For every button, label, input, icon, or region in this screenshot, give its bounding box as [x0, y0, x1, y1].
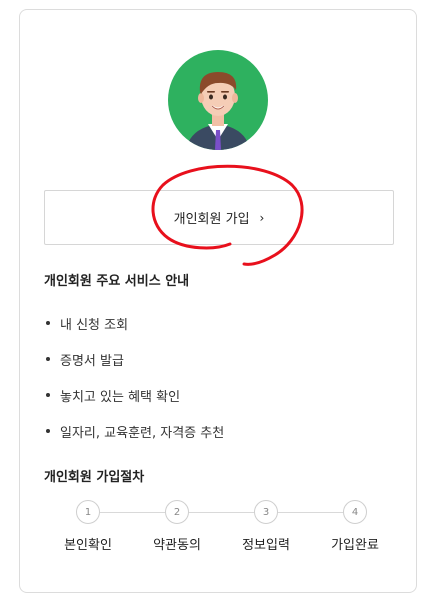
- bullet-icon: [46, 393, 50, 397]
- bullet-icon: [46, 429, 50, 433]
- step-label: 본인확인: [64, 538, 112, 553]
- member-join-card: 개인회원 가입 › 개인회원 주요 서비스 안내 내 신청 조회 증명서 발급 …: [19, 9, 417, 593]
- bullet-icon: [46, 321, 50, 325]
- step-label: 가입완료: [331, 538, 379, 553]
- step-label: 정보입력: [242, 538, 290, 553]
- join-button-label: 개인회원 가입: [173, 212, 250, 227]
- chevron-right-icon: ›: [259, 210, 265, 225]
- service-item: 증명서 발급: [46, 341, 224, 377]
- step-2: 2 약관동의: [137, 500, 217, 553]
- procedure-title: 개인회원 가입절차: [44, 470, 145, 485]
- service-item-label: 놓치고 있는 혜택 확인: [60, 389, 181, 405]
- join-steps: 1 본인확인 2 약관동의 3 정보입력 4 가입완료: [44, 500, 394, 560]
- step-label: 약관동의: [153, 538, 201, 553]
- service-item: 일자리, 교육훈련, 자격증 추천: [46, 413, 224, 449]
- step-number: 2: [165, 500, 189, 524]
- service-item-label: 일자리, 교육훈련, 자격증 추천: [60, 425, 225, 441]
- service-item-label: 내 신청 조회: [60, 317, 129, 333]
- step-1: 1 본인확인: [48, 500, 128, 553]
- step-3: 3 정보입력: [226, 500, 306, 553]
- bullet-icon: [46, 357, 50, 361]
- service-item: 놓치고 있는 혜택 확인: [46, 377, 224, 413]
- user-avatar-icon: [168, 50, 268, 150]
- step-number: 4: [343, 500, 367, 524]
- personal-member-join-button[interactable]: 개인회원 가입 ›: [44, 190, 394, 245]
- step-4: 4 가입완료: [315, 500, 395, 553]
- step-number: 1: [76, 500, 100, 524]
- service-item-label: 증명서 발급: [60, 353, 124, 369]
- services-title: 개인회원 주요 서비스 안내: [44, 274, 190, 289]
- step-number: 3: [254, 500, 278, 524]
- services-list: 내 신청 조회 증명서 발급 놓치고 있는 혜택 확인 일자리, 교육훈련, 자…: [46, 305, 224, 449]
- service-item: 내 신청 조회: [46, 305, 224, 341]
